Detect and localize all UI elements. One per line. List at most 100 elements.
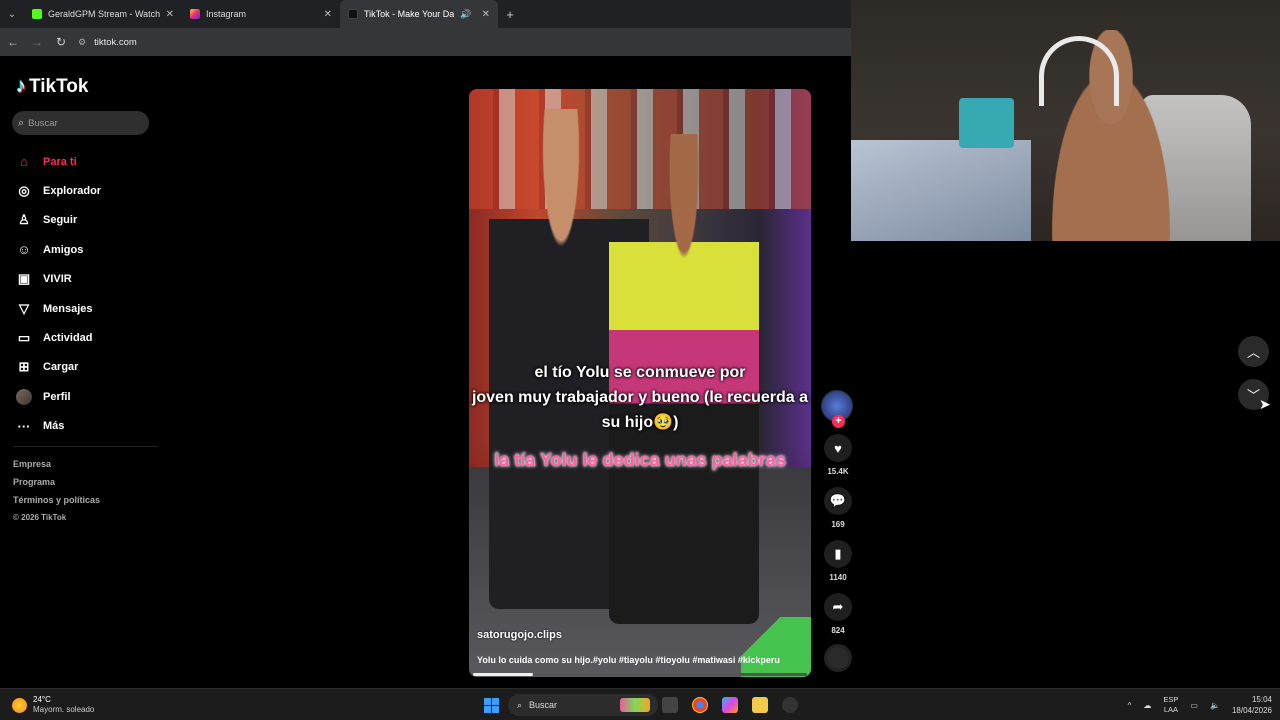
sidebar-item-label: Seguir (43, 214, 78, 227)
clock[interactable]: 15:04 18/04/2026 (1232, 694, 1272, 716)
video-caption-white: el tío Yolu se conmueve por joven muy tr… (469, 360, 811, 435)
heart-icon[interactable]: ♥ (824, 434, 852, 462)
screen: ⌄ GeraldGPM Stream - Watch Live ✕ Instag… (0, 0, 1280, 720)
video-caption-pink: la tía Yolu le dedica unas palabras (494, 450, 786, 470)
weather-widget[interactable]: 24°C Mayorm. soleado (12, 695, 94, 715)
tab-title: TikTok - Make Your Day (364, 9, 455, 19)
sidebar-item-perfil[interactable]: Perfil (16, 382, 156, 411)
profile-avatar (16, 388, 32, 405)
follow-icon: ♙ (18, 212, 30, 228)
video-player[interactable]: el tío Yolu se conmueve por joven muy tr… (469, 89, 811, 677)
tab-search-menu-button[interactable]: ⌄ (0, 0, 24, 28)
footer-link-programa[interactable]: Programa (13, 476, 100, 494)
onedrive-icon[interactable]: ☁ (1143, 701, 1151, 710)
sidebar-menu: ⌂ Para ti ◎ Explorador ♙ Seguir ☺ Amigos… (16, 147, 156, 441)
search-input[interactable] (28, 117, 139, 129)
save-count: 1140 (829, 573, 847, 582)
close-icon[interactable]: ✕ (324, 9, 332, 20)
url-field[interactable]: ⚙ tiktok.com (78, 37, 137, 48)
language-indicator[interactable]: ESP LAA (1163, 695, 1178, 715)
tab-tiktok[interactable]: TikTok - Make Your Day 🔊 ✕ (340, 0, 498, 28)
caption-line: el tío Yolu se conmueve por (534, 364, 746, 381)
webcam-overlay (851, 0, 1280, 241)
weather-desc: Mayorm. soleado (33, 705, 95, 714)
webcam-headphones (1039, 36, 1119, 106)
compass-icon: ◎ (18, 183, 30, 199)
search-box: ⌕ (12, 111, 149, 135)
reload-icon[interactable]: ↻ (54, 35, 68, 49)
caption-line: joven muy trabajador y bueno (le recuerd… (471, 389, 809, 406)
tab-kick[interactable]: GeraldGPM Stream - Watch Live ✕ (24, 0, 182, 28)
task-view-icon[interactable] (662, 697, 678, 713)
copilot-icon[interactable] (722, 697, 738, 713)
widget-flowers-icon[interactable] (620, 698, 650, 712)
search-icon: ⌕ (18, 116, 25, 129)
volume-icon[interactable]: 🔈 (1210, 701, 1220, 710)
sidebar-item-label: Más (43, 420, 65, 433)
site-settings-icon[interactable]: ⚙ (78, 37, 86, 48)
footer-link-empresa[interactable]: Empresa (13, 458, 100, 476)
speaker-icon[interactable]: 🔊 (460, 9, 471, 20)
url-text: tiktok.com (94, 36, 137, 48)
close-icon[interactable]: ✕ (482, 9, 490, 20)
comment-count: 169 (831, 520, 845, 529)
sidebar-item-label: Actividad (43, 332, 93, 345)
tab-instagram[interactable]: Instagram ✕ (182, 0, 340, 28)
sidebar-item-actividad[interactable]: ▭ Actividad (16, 323, 156, 352)
sidebar-item-label: Amigos (43, 243, 84, 256)
chrome-icon[interactable] (692, 697, 708, 713)
video-description[interactable]: Yolu lo cuida como su hijo.#yolu #tiayol… (477, 655, 780, 665)
tab-title: GeraldGPM Stream - Watch Live (48, 9, 160, 19)
file-explorer-icon[interactable] (752, 697, 768, 713)
windows-start-icon[interactable] (484, 698, 499, 713)
creator-avatar[interactable]: + (821, 390, 853, 428)
sidebar-item-para-ti[interactable]: ⌂ Para ti (16, 147, 156, 176)
forward-arrow-icon[interactable]: → (30, 35, 44, 49)
tiktok-favicon-icon (348, 9, 358, 19)
close-icon[interactable]: ✕ (166, 9, 174, 20)
like-count: 15.4K (827, 467, 849, 476)
obs-icon[interactable] (782, 697, 798, 713)
copyright: © 2026 TikTok (13, 513, 67, 522)
sun-icon (12, 697, 27, 713)
comment-icon[interactable]: 💬 (824, 487, 852, 515)
sidebar-item-amigos[interactable]: ☺ Amigos (16, 235, 156, 264)
caption-line: su hijo🥹) (601, 414, 679, 431)
tiktok-note-icon: ♪ (16, 75, 26, 97)
messages-icon: ▽ (19, 300, 29, 316)
chevron-up-icon: ︿ (1246, 345, 1260, 360)
green-broom (741, 617, 811, 677)
taskbar-search-placeholder: Buscar (529, 700, 558, 710)
friends-icon: ☺ (17, 242, 31, 258)
kick-favicon-icon (32, 9, 42, 19)
tiktok-logo[interactable]: ♪ TikTok (16, 75, 88, 98)
previous-video-button[interactable]: ︿ (1238, 336, 1269, 367)
video-progress-bar[interactable] (473, 673, 807, 676)
sidebar-item-mensajes[interactable]: ▽ Mensajes (16, 294, 156, 323)
follow-button[interactable]: + (832, 415, 845, 428)
sidebar-item-label: Perfil (43, 390, 71, 403)
sidebar-item-vivir[interactable]: ▣ VIVIR (16, 265, 156, 294)
system-tray: ^ ☁ ESP LAA ▭ 🔈 15:04 18/04/2026 (1128, 694, 1272, 716)
taskbar: 24°C Mayorm. soleado ⌕ Buscar ^ ☁ ESP LA… (0, 688, 1280, 720)
back-arrow-icon[interactable]: ← (6, 35, 20, 49)
sidebar-item-cargar[interactable]: ⊞ Cargar (16, 353, 156, 382)
music-disc-icon[interactable] (824, 644, 852, 672)
sidebar-item-seguir[interactable]: ♙ Seguir (16, 206, 156, 235)
tab-title: Instagram (206, 9, 247, 19)
comment-action: 💬 169 (821, 487, 855, 532)
share-icon[interactable]: ➦ (824, 593, 852, 621)
video-watermark: satorugojo.clips (477, 629, 562, 641)
new-tab-button[interactable]: + (498, 7, 522, 22)
home-icon: ⌂ (20, 154, 28, 170)
sidebar-item-explorador[interactable]: ◎ Explorador (16, 176, 156, 205)
chevron-up-icon[interactable]: ^ (1128, 701, 1132, 710)
mouse-cursor-icon: ➤ (1259, 396, 1271, 412)
network-icon[interactable]: ▭ (1190, 701, 1198, 710)
sidebar-item-mas[interactable]: ··· Más (16, 412, 156, 441)
sidebar-item-label: Mensajes (43, 302, 93, 315)
bookmark-icon[interactable]: ▮ (824, 540, 852, 568)
footer-link-terminos[interactable]: Términos y políticas (13, 494, 100, 512)
address-bar: ← → ↻ ⚙ tiktok.com (0, 28, 851, 56)
like-action: ♥ 15.4K (821, 434, 855, 479)
